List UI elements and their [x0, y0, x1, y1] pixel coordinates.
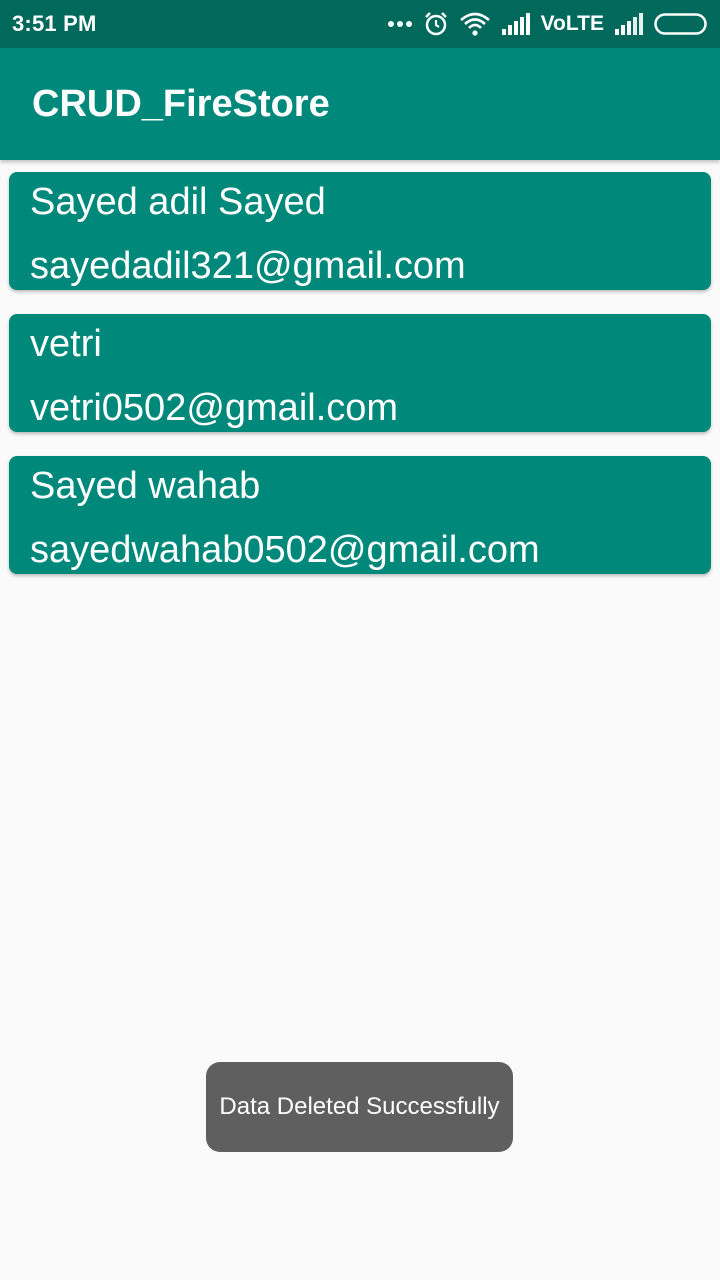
user-email: vetri0502@gmail.com: [30, 387, 399, 429]
toast-message: Data Deleted Successfully: [206, 1062, 513, 1152]
wifi-icon: [459, 11, 491, 37]
user-list: Sayed adil Sayed sayedadil321@gmail.com …: [9, 172, 711, 598]
app-bar: CRUD_FireStore: [0, 48, 720, 160]
signal-icon: [501, 13, 531, 35]
user-email: sayedadil321@gmail.com: [30, 245, 466, 287]
alarm-icon: [423, 11, 449, 37]
battery-icon: [654, 13, 708, 35]
toast-text: Data Deleted Successfully: [219, 1093, 500, 1120]
user-card[interactable]: Sayed adil Sayed sayedadil321@gmail.com: [9, 172, 711, 290]
user-card[interactable]: Sayed wahab sayedwahab0502@gmail.com: [9, 456, 711, 574]
user-name: vetri: [30, 323, 102, 365]
status-bar: 3:51 PM VoLTE: [0, 0, 720, 48]
user-email: sayedwahab0502@gmail.com: [30, 529, 540, 571]
app-title: CRUD_FireStore: [32, 82, 330, 125]
user-name: Sayed wahab: [30, 465, 261, 507]
user-name: Sayed adil Sayed: [30, 181, 326, 223]
user-card[interactable]: vetri vetri0502@gmail.com: [9, 314, 711, 432]
more-dots-icon: [387, 20, 413, 28]
status-icons: VoLTE: [387, 11, 708, 37]
volte-label: VoLTE: [540, 12, 604, 35]
status-time: 3:51 PM: [12, 11, 97, 36]
signal-icon-2: [614, 13, 644, 35]
